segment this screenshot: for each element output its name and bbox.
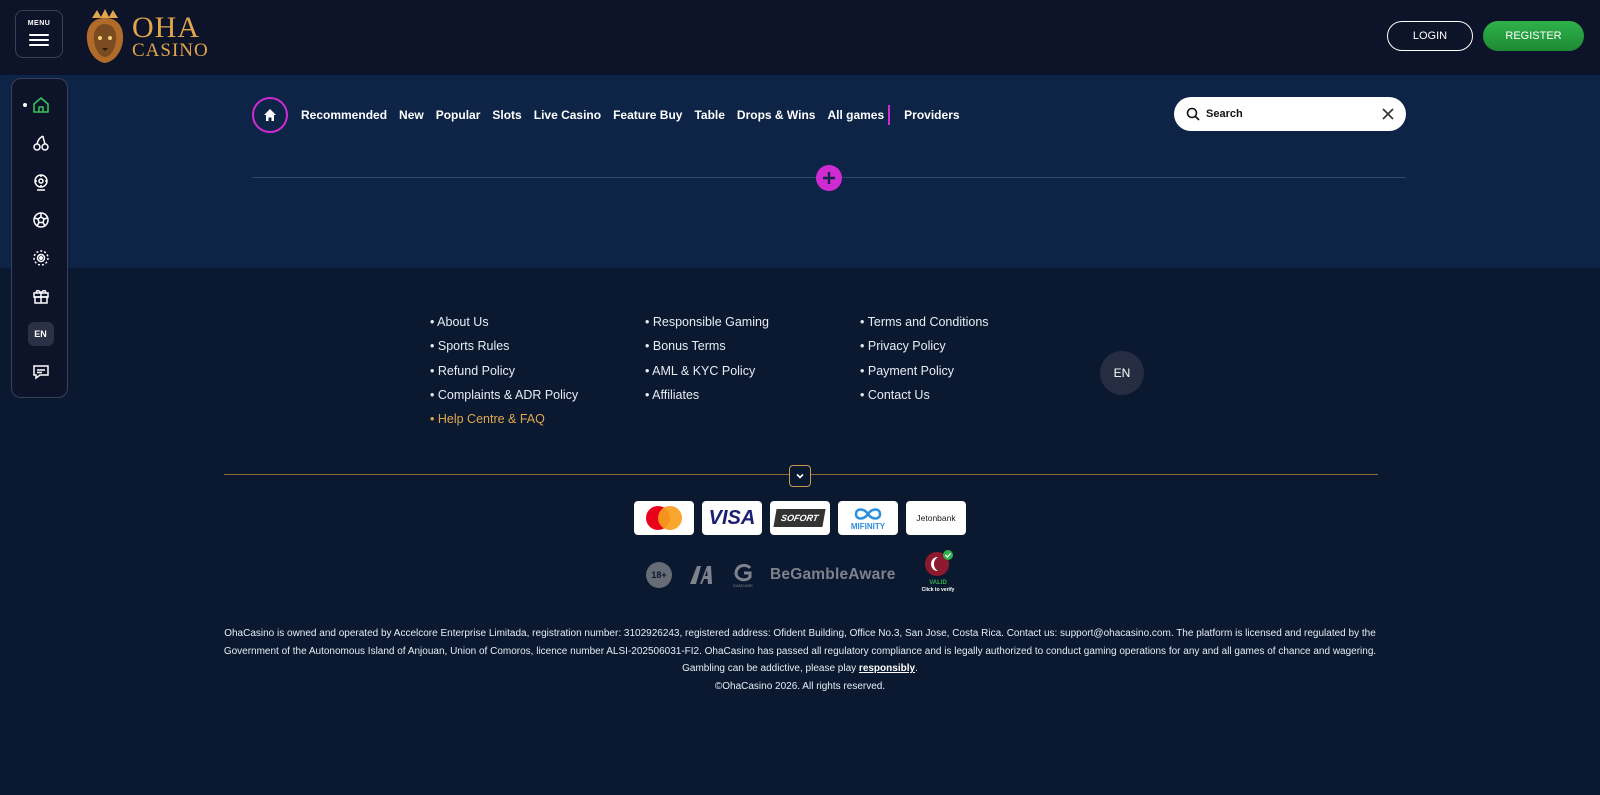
collapse-button[interactable] — [789, 465, 811, 487]
sidebar-item-sports[interactable] — [12, 204, 69, 236]
legal-paragraph: OhaCasino is owned and operated by Accel… — [223, 628, 1377, 657]
sidebar: EN — [11, 78, 68, 398]
payment-jetonbank: Jetonbank — [906, 501, 966, 535]
begambleaware-badge: BeGambleAware — [770, 550, 906, 600]
ga-logo-icon — [690, 566, 712, 584]
verify-label: Click to verify — [921, 587, 955, 593]
roulette-icon — [33, 174, 48, 191]
live-target-icon — [32, 250, 49, 266]
sidebar-item-live[interactable] — [12, 242, 69, 274]
footer-link-responsible-gaming[interactable]: • Responsible Gaming — [645, 310, 769, 334]
home-icon — [264, 109, 276, 121]
nav-drops-wins[interactable]: Drops & Wins — [737, 108, 816, 122]
sidebar-item-slots[interactable] — [12, 127, 69, 159]
license-seal-icon — [925, 550, 953, 576]
payment-sofort: SOFORT — [770, 501, 830, 535]
language-selector[interactable]: EN — [1100, 351, 1144, 395]
mifinity-logo-text: MIFINITY — [850, 521, 886, 531]
footer-link-privacy[interactable]: • Privacy Policy — [860, 334, 989, 358]
chat-support-icon — [32, 365, 49, 380]
close-icon[interactable] — [1382, 108, 1394, 120]
nav-slots[interactable]: Slots — [492, 108, 521, 122]
begambleaware-logo-text: BeGambleAware — [770, 566, 896, 583]
lion-logo-icon — [86, 9, 124, 63]
gamcare-logo-icon — [734, 563, 752, 581]
logo[interactable]: OHA CASINO — [82, 8, 209, 64]
nav-divider — [888, 105, 891, 125]
mifinity-logo-icon — [854, 507, 882, 520]
search-input[interactable] — [1206, 108, 1382, 120]
gamcare-badge: GAMCARE — [730, 550, 756, 600]
nav-all-games[interactable]: All games — [827, 108, 884, 122]
logo-line2: CASINO — [132, 39, 209, 61]
nav-feature-buy[interactable]: Feature Buy — [613, 108, 682, 122]
legal-text: OhaCasino is owned and operated by Accel… — [220, 625, 1380, 695]
footer-column-3: • Terms and Conditions • Privacy Policy … — [860, 310, 989, 407]
visa-logo-text: VISA — [708, 506, 756, 529]
gift-icon — [32, 289, 49, 304]
nav-table[interactable]: Table — [694, 108, 724, 122]
footer-column-1: • About Us • Sports Rules • Refund Polic… — [430, 310, 578, 431]
games-section: Recommended New Popular Slots Live Casin… — [0, 75, 1600, 268]
chevron-down-icon — [796, 473, 804, 479]
header: MENU OHA CASINO LOGIN REGISTER — [0, 0, 1600, 75]
search-box — [1174, 97, 1406, 131]
category-nav: Recommended New Popular Slots Live Casin… — [301, 105, 972, 125]
sidebar-item-language[interactable]: EN — [12, 318, 69, 350]
payment-mifinity: MIFINITY — [838, 501, 898, 535]
age-badge: 18+ — [646, 550, 674, 600]
copyright: ©OhaCasino 2026. All rights reserved. — [714, 680, 886, 692]
footer-link-bonus-terms[interactable]: • Bonus Terms — [645, 334, 769, 358]
jetonbank-logo-text: Jetonbank — [916, 513, 956, 523]
gamcare-label: GAMCARE — [732, 582, 754, 588]
logo-line1: OHA — [132, 10, 200, 44]
footer-link-affiliates[interactable]: • Affiliates — [645, 383, 769, 407]
sidebar-item-live-casino[interactable] — [12, 166, 69, 198]
footer-column-2: • Responsible Gaming • Bonus Terms • AML… — [645, 310, 769, 407]
footer-link-terms[interactable]: • Terms and Conditions — [860, 310, 989, 334]
register-button[interactable]: REGISTER — [1483, 21, 1584, 51]
logo-text: OHA CASINO — [132, 10, 209, 61]
plus-icon — [823, 172, 835, 184]
footer-link-contact-us[interactable]: • Contact Us — [860, 383, 989, 407]
responsible-gambling-line: Gambling can be addictive, please play r… — [682, 663, 918, 674]
home-button[interactable] — [252, 97, 288, 133]
expand-button[interactable] — [816, 165, 842, 191]
gambling-authority-badge — [688, 550, 714, 600]
footer-link-refund-policy[interactable]: • Refund Policy — [430, 359, 578, 383]
language-chip: EN — [27, 322, 54, 346]
nav-recommended[interactable]: Recommended — [301, 108, 387, 122]
soccer-ball-icon — [32, 212, 49, 228]
menu-button[interactable]: MENU — [15, 10, 63, 58]
footer-link-payment-policy[interactable]: • Payment Policy — [860, 359, 989, 383]
valid-label: VALID — [929, 580, 947, 586]
login-button[interactable]: LOGIN — [1387, 21, 1473, 51]
nav-live-casino[interactable]: Live Casino — [534, 108, 601, 122]
menu-label: MENU — [27, 19, 51, 27]
cherry-icon — [32, 135, 49, 151]
footer-link-aml-kyc[interactable]: • AML & KYC Policy — [645, 359, 769, 383]
sidebar-item-promotions[interactable] — [12, 280, 69, 312]
sidebar-item-support[interactable] — [12, 356, 69, 388]
payment-mastercard — [634, 501, 694, 535]
sidebar-item-home[interactable] — [12, 89, 69, 121]
license-validator[interactable]: VALID Click to verify — [916, 550, 960, 600]
sofort-logo-text: SOFORT — [773, 509, 827, 527]
home-icon — [32, 97, 49, 113]
mastercard-logo-icon — [646, 506, 682, 530]
responsibly-link[interactable]: responsibly — [859, 663, 915, 674]
payment-visa: VISA — [702, 501, 762, 535]
search-icon — [1186, 107, 1200, 121]
footer-link-sports-rules[interactable]: • Sports Rules — [430, 334, 578, 358]
footer-link-complaints[interactable]: • Complaints & ADR Policy — [430, 383, 578, 407]
hamburger-icon — [29, 31, 49, 49]
footer-link-about-us[interactable]: • About Us — [430, 310, 578, 334]
active-indicator — [23, 103, 27, 107]
nav-providers[interactable]: Providers — [904, 108, 959, 122]
age-restriction-icon: 18+ — [646, 562, 672, 588]
nav-new[interactable]: New — [399, 108, 424, 122]
nav-popular[interactable]: Popular — [436, 108, 481, 122]
footer-link-help-centre[interactable]: • Help Centre & FAQ — [430, 407, 578, 431]
